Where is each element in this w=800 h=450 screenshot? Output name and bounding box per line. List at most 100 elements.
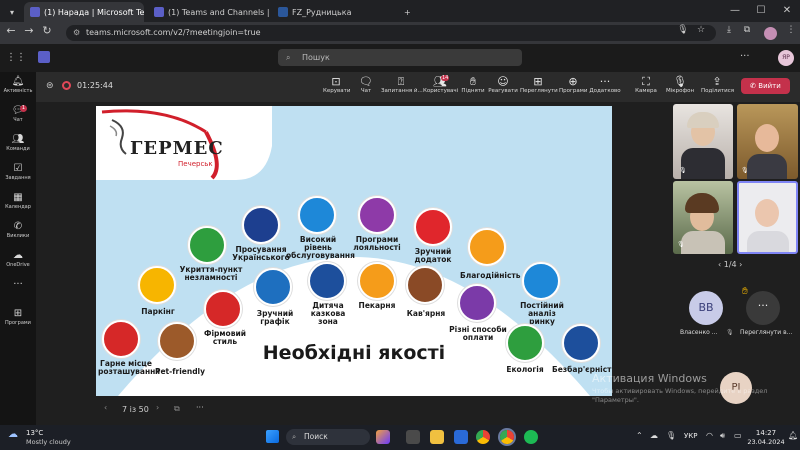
- rail-item-calls[interactable]: ✆ Виклики: [0, 221, 36, 239]
- language-indicator[interactable]: УКР: [684, 432, 697, 440]
- qa-button[interactable]: ⍰ Запитання й...: [381, 75, 423, 94]
- meeting-info-icon[interactable]: ⊜: [46, 81, 54, 91]
- more-options-icon[interactable]: ···: [740, 51, 750, 62]
- spotify-icon[interactable]: [524, 430, 538, 444]
- rail-label: Активність: [3, 88, 33, 94]
- people-button[interactable]: 👥︎ Користувачі 14: [423, 75, 458, 94]
- mic-off-icon: 🎙︎: [726, 329, 734, 336]
- rail-more-icon[interactable]: ···: [0, 279, 36, 290]
- browser-tab-meeting[interactable]: (1) Нарада | Microsoft Tea ✕: [24, 2, 144, 22]
- tray-overflow-icon[interactable]: ⌃: [636, 431, 643, 440]
- mic-tray-icon[interactable]: 🎙︎: [666, 431, 676, 440]
- search-input[interactable]: ⌕ Пошук: [278, 49, 522, 66]
- mic-permission-icon[interactable]: 🎙: [676, 25, 690, 35]
- close-window-icon[interactable]: ✕: [774, 0, 800, 22]
- weather-temp[interactable]: 13°C: [26, 429, 43, 437]
- browser-tab-doc[interactable]: FZ_Рудницька: [272, 2, 392, 22]
- site-info-icon[interactable]: ⚙: [73, 25, 80, 41]
- clock-time[interactable]: 14:27: [748, 429, 784, 437]
- participant-video-3[interactable]: 🎙︎: [673, 181, 733, 254]
- rail-item-chat[interactable]: 💬︎ Чат 1: [0, 105, 36, 123]
- next-slide-icon[interactable]: ›: [156, 403, 159, 412]
- more-button[interactable]: ··· Додатково: [589, 75, 621, 94]
- share-button[interactable]: ⇪ Поділитися: [701, 75, 734, 94]
- chat-button[interactable]: 🗨︎ Чат: [355, 75, 377, 94]
- file-explorer-icon[interactable]: [430, 430, 444, 444]
- next-page-icon[interactable]: ›: [739, 260, 742, 269]
- wifi-icon[interactable]: ◠: [706, 431, 713, 440]
- tab-label: (1) Нарада | Microsoft Tea: [44, 7, 144, 17]
- camera-button[interactable]: ⛶ Камера: [633, 75, 659, 94]
- slide-grid-icon[interactable]: ⧉: [174, 404, 180, 414]
- back-icon[interactable]: ←: [4, 24, 18, 37]
- more-participants-button[interactable]: ···: [746, 291, 780, 325]
- rail-label: Чат: [13, 117, 23, 123]
- minimize-icon[interactable]: —: [722, 0, 748, 22]
- rail-item-calendar[interactable]: ▦ Календар: [0, 192, 36, 210]
- apps-button[interactable]: ⊕ Програми: [559, 75, 587, 94]
- windows-start-icon[interactable]: [266, 430, 279, 443]
- browser-menu-icon[interactable]: ⋮: [784, 25, 798, 35]
- view-all-label[interactable]: Переглянути в...: [740, 329, 792, 336]
- tab-list-icon[interactable]: ▾: [4, 2, 16, 22]
- rail-item-onedrive[interactable]: ☁ OneDrive: [0, 250, 36, 268]
- notifications-icon[interactable]: 🔔︎: [788, 431, 798, 440]
- leaf-hand-icon: [506, 324, 544, 362]
- qa-icon: ⍰: [397, 75, 405, 88]
- slide-navigation: ‹ 7 із 50 › ⧉ ···: [96, 400, 236, 420]
- item-label: Кав'ярня: [406, 309, 446, 318]
- more-icon: ···: [599, 75, 611, 88]
- mic-off-icon: 🎙︎: [741, 167, 749, 174]
- chrome-icon[interactable]: [476, 430, 490, 444]
- chat-icon: 🗨︎: [359, 75, 373, 88]
- leave-label: Вийти: [758, 82, 781, 90]
- task-view-icon[interactable]: [406, 430, 420, 444]
- weather-icon[interactable]: ☁: [8, 429, 18, 440]
- browser-tab-strip: ▾ (1) Нарада | Microsoft Tea ✕ (1) Teams…: [0, 0, 800, 22]
- view-button[interactable]: ⊞ Переглянути: [520, 75, 558, 94]
- mail-icon[interactable]: [454, 430, 468, 444]
- participant-face: [755, 199, 779, 227]
- rail-item-activity[interactable]: 🔔︎ Активність: [0, 76, 36, 94]
- item-label: Гарне місце розташування: [98, 359, 161, 376]
- bookmark-star-icon[interactable]: ☆: [694, 25, 708, 35]
- maximize-icon[interactable]: ☐: [748, 0, 774, 22]
- extensions-icon[interactable]: ⧉: [740, 25, 754, 35]
- item-label: Екологія: [506, 365, 544, 374]
- slide-more-icon[interactable]: ···: [196, 403, 204, 412]
- rail-item-apps[interactable]: ⊞ Програми: [0, 308, 36, 326]
- leave-button[interactable]: ✆ Вийти: [741, 78, 790, 94]
- address-bar[interactable]: ⚙ teams.microsoft.com/v2/?meetingjoin=tr…: [66, 25, 716, 41]
- profile-avatar[interactable]: [764, 27, 777, 40]
- participant-video-1[interactable]: 🎙︎: [673, 104, 733, 179]
- manage-button[interactable]: ⊡ Керувати: [323, 75, 350, 94]
- mic-button[interactable]: 🎙︎ Мікрофон: [666, 75, 694, 94]
- volume-icon[interactable]: 🔊︎: [720, 431, 725, 441]
- logo-title: ГЕРМЕС: [130, 138, 224, 159]
- browser-tab-teams[interactable]: (1) Teams and Channels | Др: [148, 2, 270, 22]
- rail-item-teams[interactable]: 👥︎ Команди: [0, 134, 36, 152]
- participant-avatar[interactable]: ВВ: [689, 291, 723, 325]
- chrome-active-icon[interactable]: [500, 430, 514, 444]
- raise-hand-button[interactable]: ✋︎ Підняти: [461, 75, 485, 94]
- prev-slide-icon[interactable]: ‹: [104, 403, 107, 412]
- battery-icon[interactable]: ▭: [734, 431, 742, 440]
- new-tab-button[interactable]: +: [398, 2, 412, 22]
- item-label: Зручний додаток: [414, 247, 452, 264]
- user-avatar[interactable]: ЯР: [778, 50, 794, 66]
- cloud-tray-icon[interactable]: ☁: [650, 431, 658, 440]
- prev-page-icon[interactable]: ‹: [718, 260, 721, 269]
- reload-icon[interactable]: ↻: [40, 24, 54, 37]
- teams-logo-icon: [38, 51, 50, 63]
- participant-face: [755, 124, 779, 152]
- app-highlight-icon[interactable]: [376, 430, 390, 444]
- forward-icon[interactable]: →: [22, 24, 36, 37]
- participant-video-4-speaking[interactable]: [737, 181, 798, 254]
- app-grid-icon[interactable]: ⋮⋮: [6, 52, 26, 63]
- downloads-icon[interactable]: ⤓: [722, 25, 736, 35]
- rail-item-tasks[interactable]: ☑ Завдання: [0, 163, 36, 181]
- participant-video-2[interactable]: 🎙︎: [737, 104, 798, 179]
- accessibility-icon: [562, 324, 600, 362]
- react-button[interactable]: ☺ Реагувати: [488, 75, 518, 94]
- taskbar-search[interactable]: ⌕ Поиск: [286, 429, 370, 445]
